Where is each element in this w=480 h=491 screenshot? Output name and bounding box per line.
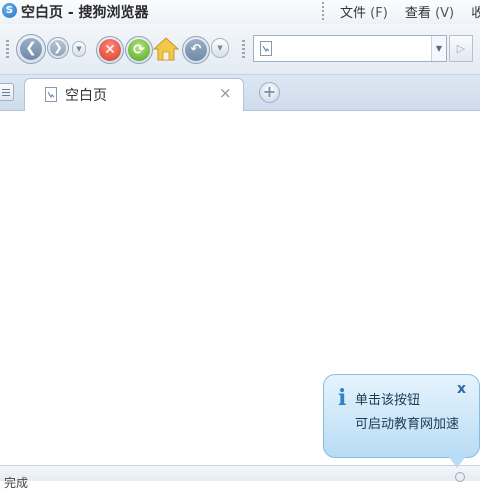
navigation-toolbar: ❮ ❯ ▼ ✕ ⟳ ↶ ▼ ▼ ▷ bbox=[0, 24, 480, 75]
menu-bar: 文件 (F) 查看 (V) 收藏 bbox=[340, 2, 480, 21]
menu-file-label: 文件 bbox=[340, 6, 367, 21]
sogou-logo-icon: S bbox=[2, 3, 17, 18]
stop-button[interactable]: ✕ bbox=[96, 36, 124, 64]
notification-line1: 单击该按钮 bbox=[355, 393, 421, 408]
refresh-icon: ⟳ bbox=[128, 39, 150, 61]
menu-favorites[interactable]: 收藏 bbox=[471, 2, 480, 21]
home-button[interactable] bbox=[153, 36, 179, 62]
back-button[interactable]: ❮ bbox=[16, 34, 46, 64]
menu-file[interactable]: 文件 (F) bbox=[340, 2, 388, 21]
page-icon bbox=[260, 41, 272, 56]
tab-title: 空白页 bbox=[65, 88, 107, 104]
notification-bubble: i 单击该按钮 可启动教育网加速 x bbox=[323, 374, 480, 458]
stop-x-icon: ✕ bbox=[99, 39, 121, 61]
close-icon[interactable]: x bbox=[457, 381, 466, 397]
address-bar[interactable]: ▼ bbox=[253, 35, 447, 62]
bubble-tail bbox=[448, 456, 466, 468]
window-title: 空白页 - 搜狗浏览器 bbox=[21, 5, 149, 21]
toolbar-grip[interactable] bbox=[242, 40, 245, 58]
status-text: 完成 bbox=[4, 476, 29, 490]
tab-blank-page[interactable]: 空白页 × bbox=[24, 78, 244, 111]
go-arrow-icon: ▷ bbox=[456, 42, 466, 55]
tab-bar: 空白页 × + bbox=[0, 75, 480, 111]
chevron-down-icon: ▼ bbox=[76, 45, 82, 53]
refresh-button[interactable]: ⟳ bbox=[125, 36, 153, 64]
restore-dropdown-button[interactable]: ▼ bbox=[211, 38, 229, 58]
menu-view-label: 查看 bbox=[404, 6, 431, 21]
status-bar: 完成 bbox=[0, 465, 480, 490]
menu-favorites-label: 收藏 bbox=[471, 6, 480, 21]
history-dropdown-button[interactable]: ▼ bbox=[72, 41, 86, 57]
menu-separator bbox=[322, 2, 324, 20]
address-input[interactable] bbox=[278, 39, 432, 60]
close-icon[interactable]: × bbox=[219, 84, 232, 102]
menu-file-key: (F) bbox=[370, 6, 388, 21]
menu-view[interactable]: 查看 (V) bbox=[405, 2, 454, 21]
chevron-down-icon: ▼ bbox=[217, 44, 223, 52]
undo-icon: ↶ bbox=[185, 39, 207, 61]
forward-arrow-icon: ❯ bbox=[50, 40, 66, 56]
notification-line2: 可启动教育网加速 bbox=[355, 417, 460, 432]
plus-icon: + bbox=[262, 82, 277, 101]
title-bar: S 空白页 - 搜狗浏览器 文件 (F) 查看 (V) 收藏 bbox=[0, 0, 480, 24]
tab-list-button[interactable] bbox=[0, 83, 14, 101]
new-tab-button[interactable]: + bbox=[259, 82, 280, 103]
forward-button[interactable]: ❯ bbox=[47, 37, 69, 59]
info-icon: i bbox=[338, 385, 347, 411]
chevron-down-icon: ▼ bbox=[435, 44, 443, 53]
restore-closed-tab-button[interactable]: ↶ bbox=[182, 36, 210, 64]
address-dropdown-button[interactable]: ▼ bbox=[431, 36, 446, 61]
network-accelerate-icon[interactable] bbox=[455, 472, 465, 482]
toolbar-grip[interactable] bbox=[6, 40, 9, 58]
menu-view-key: (V) bbox=[435, 6, 455, 21]
go-button[interactable]: ▷ bbox=[449, 35, 473, 62]
back-arrow-icon: ❮ bbox=[20, 38, 42, 60]
page-icon bbox=[45, 87, 57, 102]
